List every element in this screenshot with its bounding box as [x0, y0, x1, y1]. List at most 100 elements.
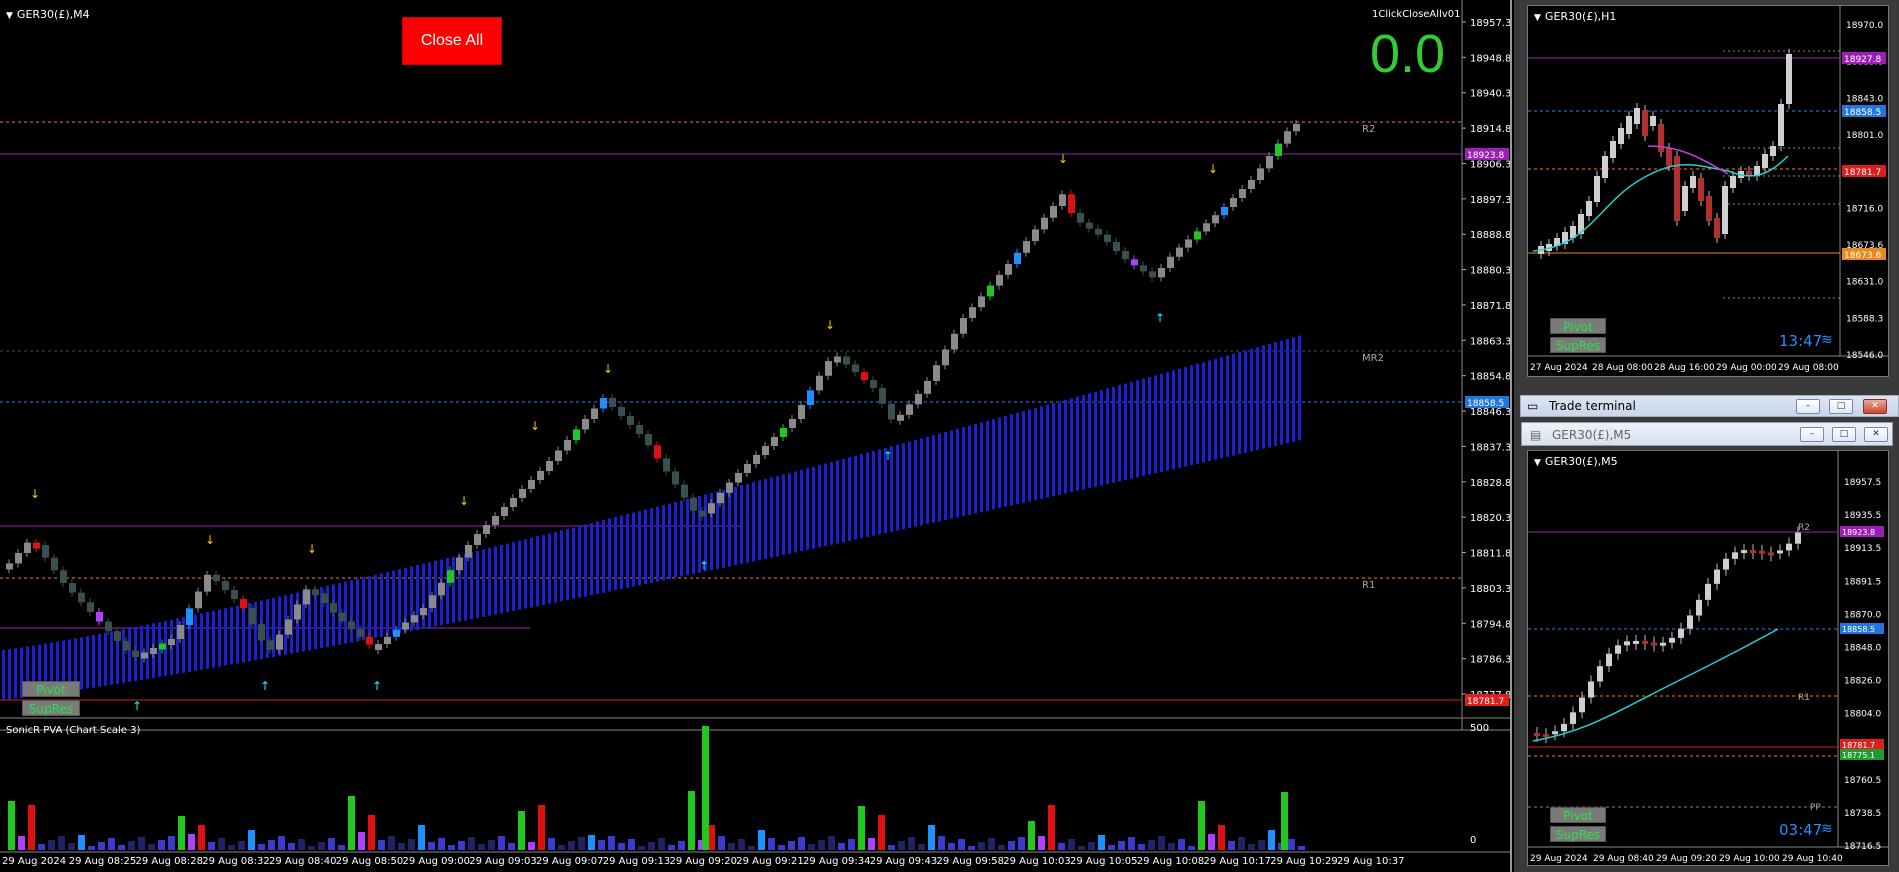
volume-bar	[1281, 792, 1288, 850]
wave-bar	[1064, 399, 1067, 494]
candle	[393, 629, 400, 637]
wave-bar	[242, 604, 245, 663]
m5-price-label: 18848.0	[1844, 643, 1881, 653]
wave-bar	[1250, 348, 1253, 452]
h1-symbol-label: ▼ GER30(£),H1	[1534, 10, 1616, 23]
volume-bar	[378, 840, 385, 850]
wave-bar	[128, 628, 131, 682]
candle	[852, 364, 859, 373]
wave-bar	[1292, 337, 1295, 442]
down-arrow-icon: ↓	[459, 494, 469, 508]
wave-bar	[1016, 412, 1019, 505]
dropdown-triangle-icon[interactable]: ▼	[1534, 13, 1541, 23]
candle	[636, 425, 643, 434]
supres-button[interactable]: SupRes	[22, 700, 80, 716]
main-chart-window[interactable]: 18957.3 18948.8 18940.3 18914.8 18906.3 18897…	[0, 0, 1512, 872]
h1-price-label: 18546.0	[1846, 351, 1883, 361]
volume-bar	[1048, 805, 1055, 850]
time-label: 29 Aug 10:08	[1137, 856, 1204, 867]
h1-candle	[1602, 156, 1608, 178]
m5-minimize-button[interactable]: –	[1800, 427, 1824, 442]
volume-bar	[268, 840, 275, 850]
close-all-button[interactable]: Close All	[402, 17, 502, 65]
dropdown-triangle-icon[interactable]: ▼	[6, 11, 13, 21]
m5-price-label: 18826.0	[1844, 677, 1881, 687]
m5-candle	[1687, 615, 1693, 629]
time-label: 29 Aug 09:58	[937, 856, 1004, 867]
candle	[546, 461, 553, 471]
wave-bar	[224, 608, 227, 666]
volume-bar	[1208, 834, 1215, 850]
terminal-window-icon: ▭	[1527, 399, 1539, 413]
candle	[1050, 206, 1057, 218]
candle	[798, 405, 805, 419]
volume-bar	[738, 839, 745, 850]
m5-supres-button[interactable]: SupRes	[1550, 826, 1606, 842]
candle	[1122, 251, 1129, 260]
price-label: 18828.8	[1470, 478, 1511, 489]
volume-bar	[568, 841, 575, 850]
price-label: 18948.8	[1470, 53, 1511, 64]
m5-pivot-button[interactable]: Pivot	[1550, 807, 1606, 823]
volume-bar	[148, 844, 155, 850]
candle	[510, 498, 517, 507]
candle	[1230, 198, 1237, 207]
wave-bar	[1208, 360, 1211, 462]
signal-icon: ≋	[1821, 332, 1833, 348]
wave-bar	[980, 422, 983, 513]
wave-bar	[1088, 393, 1091, 489]
wave-bar	[488, 547, 491, 616]
volume-bar	[1218, 825, 1225, 850]
m5-chart-window[interactable]: 18957.5 18935.5 18913.5 18891.5 18870.0 18848…	[1527, 450, 1889, 866]
wave-bar	[896, 444, 899, 531]
h1-price-tag-text: 18673.6	[1844, 251, 1881, 261]
wave-bar	[1232, 353, 1235, 456]
candle	[204, 574, 211, 592]
wave-bar	[518, 540, 521, 610]
volume-bar	[98, 842, 105, 850]
volume-bar	[998, 845, 1005, 850]
volume-bar	[318, 842, 325, 850]
wave-bar	[806, 468, 809, 550]
close-button[interactable]: ✕	[1863, 399, 1887, 414]
candle	[753, 455, 760, 464]
volume-bar	[908, 837, 915, 850]
volume-bar	[408, 839, 415, 850]
h1-supres-button[interactable]: SupRes	[1550, 337, 1606, 353]
h1-candle	[1658, 124, 1664, 152]
candle	[78, 592, 85, 603]
h1-price-tag-text: 18927.8	[1844, 55, 1881, 65]
volume-bar	[668, 845, 675, 850]
pivot-button[interactable]: Pivot	[22, 681, 80, 697]
maximize-button[interactable]: □	[1829, 399, 1853, 414]
h1-price-label: 18970.0	[1846, 21, 1883, 31]
volume-bar	[1058, 843, 1065, 850]
volume-bar	[338, 845, 345, 850]
wave-bar	[98, 633, 101, 687]
candle	[555, 450, 562, 461]
h1-time-label: 29 Aug 08:00	[1778, 363, 1839, 373]
h1-pivot-button[interactable]: Pivot	[1550, 318, 1606, 334]
minimize-button[interactable]: –	[1796, 399, 1820, 414]
m5-candle	[1633, 640, 1639, 644]
m5-maximize-button[interactable]: □	[1832, 427, 1856, 442]
h1-candle	[1586, 201, 1592, 216]
volume-bar	[1068, 839, 1075, 850]
wave-bar	[848, 457, 851, 541]
volume-bar	[178, 816, 185, 850]
volume-bar	[968, 846, 975, 850]
m5-close-button[interactable]: ✕	[1864, 427, 1888, 442]
candle	[942, 349, 949, 366]
volume-bar	[358, 832, 365, 850]
h1-chart-window[interactable]: 18970.018885.818843.018801.018758.018716…	[1527, 5, 1889, 377]
h1-price-label: 18801.0	[1846, 131, 1883, 141]
trade-terminal-titlebar[interactable]: ▭ Trade terminal – □ ✕	[1520, 395, 1899, 417]
time-label: 29 Aug 09:13	[603, 856, 670, 867]
dropdown-triangle-icon[interactable]: ▼	[1534, 458, 1541, 468]
volume-bar	[478, 844, 485, 850]
m5-window-titlebar[interactable]: ▤ GER30(£),M5 – □ ✕	[1521, 422, 1893, 446]
volume-bar	[928, 825, 935, 850]
volume-bar	[488, 840, 495, 850]
m5-candle	[1660, 642, 1666, 646]
volume-bar	[298, 839, 305, 850]
